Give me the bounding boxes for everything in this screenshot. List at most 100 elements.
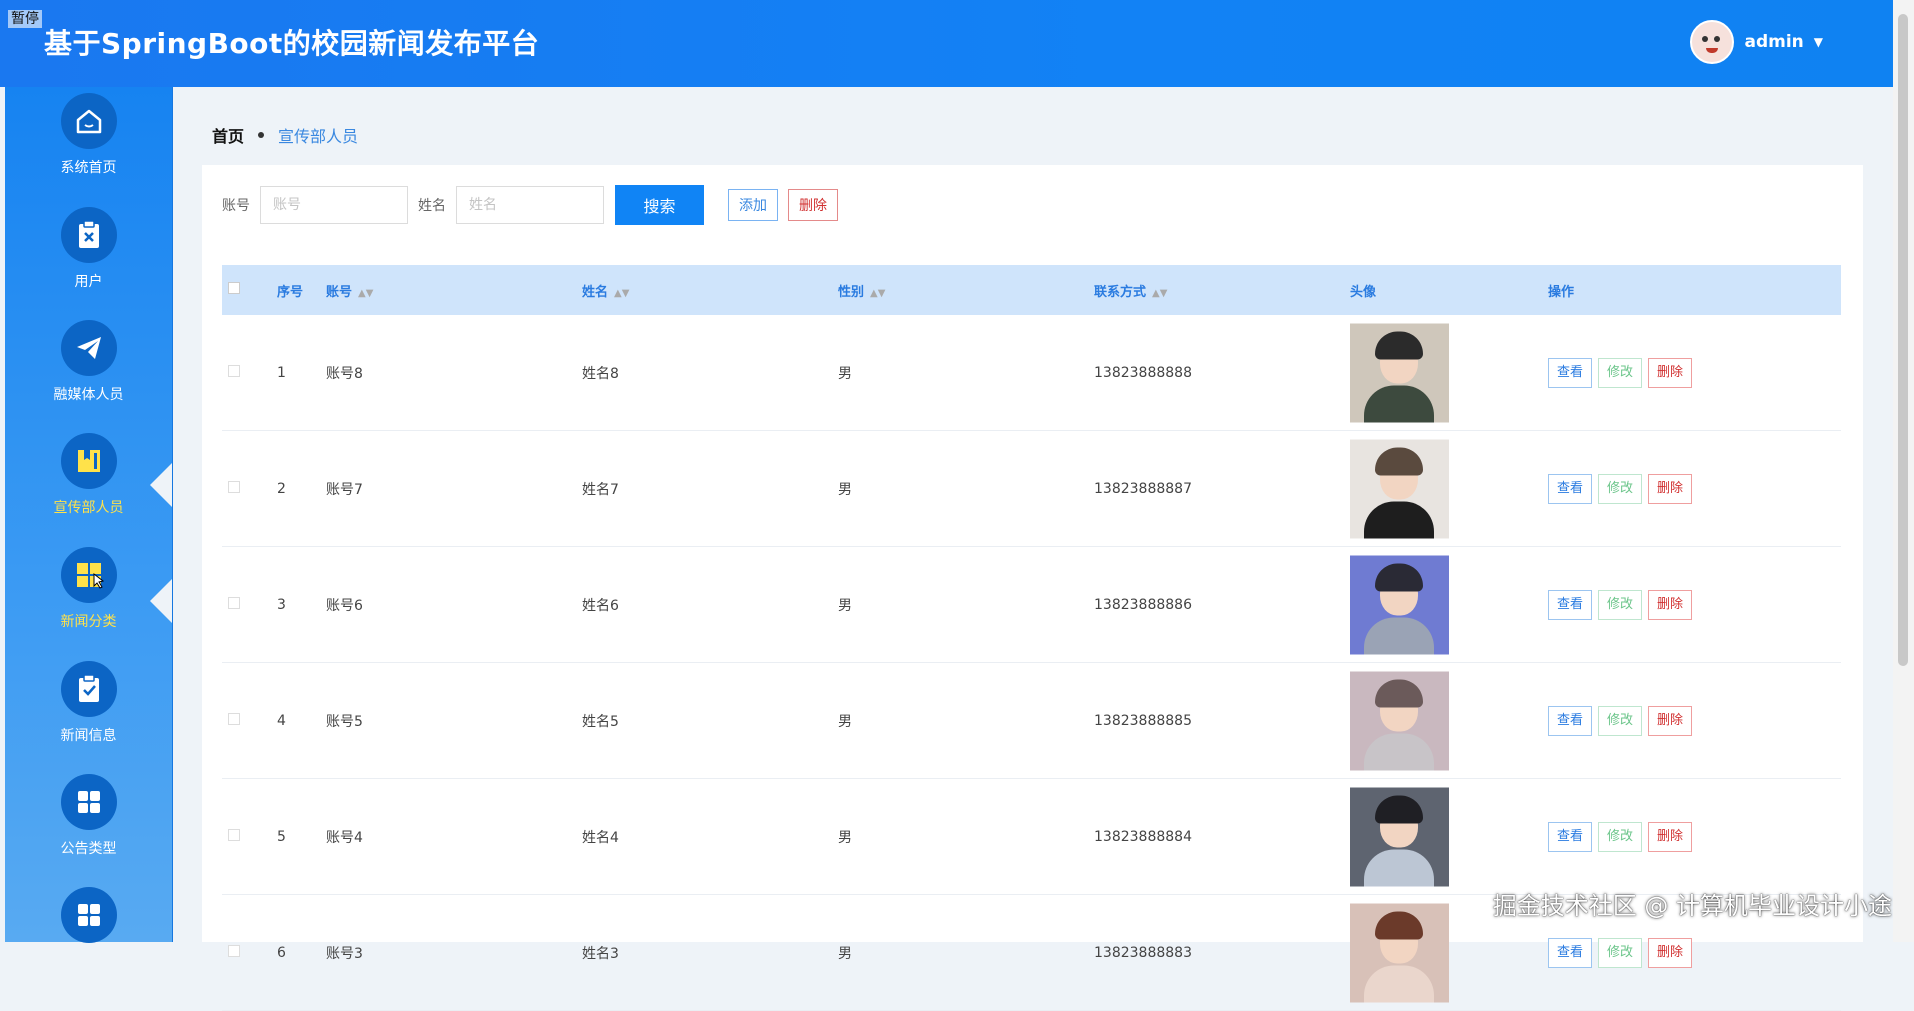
batch-delete-button[interactable]: 删除 bbox=[788, 189, 838, 221]
table-row: 3 账号6 姓名6 男 13823888886 查看 修改 删除 bbox=[222, 547, 1841, 663]
view-button[interactable]: 查看 bbox=[1548, 937, 1593, 968]
cell-contact: 13823888886 bbox=[1094, 596, 1192, 613]
delete-button[interactable]: 删除 bbox=[1648, 937, 1693, 968]
row-checkbox[interactable] bbox=[228, 596, 240, 613]
cell-name: 姓名6 bbox=[582, 597, 619, 614]
avatar-photo bbox=[1350, 787, 1449, 886]
breadcrumb-home[interactable]: 首页 bbox=[212, 123, 244, 147]
table-header: 序号 账号 ▲▼ 姓名 ▲▼ 性别 ▲▼ 联系方式 ▲▼ 头像 操作 bbox=[222, 265, 1841, 315]
cell-avatar bbox=[1350, 555, 1449, 654]
table-row: 4 账号5 姓名5 男 13823888885 查看 修改 删除 bbox=[222, 663, 1841, 779]
account-search-input[interactable] bbox=[260, 186, 408, 224]
add-button[interactable]: 添加 bbox=[728, 189, 778, 221]
sidebar-item-propaganda-staff[interactable]: 宣传部人员 bbox=[5, 433, 172, 543]
sidebar-item-label: 系统首页 bbox=[60, 160, 117, 176]
sidebar-item-label: 公告类型 bbox=[60, 841, 117, 857]
header-avatar: 头像 bbox=[1350, 284, 1377, 300]
sort-icon[interactable]: ▲▼ bbox=[1152, 288, 1167, 299]
row-checkbox[interactable] bbox=[228, 480, 240, 497]
scroll-thumb[interactable] bbox=[1898, 14, 1908, 666]
cell-name: 姓名3 bbox=[582, 945, 619, 962]
chevron-down-icon[interactable]: ▼ bbox=[1814, 35, 1823, 49]
sidebar-item-label: 新闻分类 bbox=[60, 614, 117, 630]
cell-gender: 男 bbox=[838, 945, 852, 962]
row-checkbox[interactable] bbox=[228, 712, 240, 729]
delete-button[interactable]: 删除 bbox=[1648, 821, 1693, 852]
sort-icon[interactable]: ▲▼ bbox=[614, 288, 629, 299]
edit-button[interactable]: 修改 bbox=[1598, 357, 1643, 388]
avatar-photo bbox=[1350, 671, 1449, 770]
cell-index: 1 bbox=[277, 364, 286, 381]
edit-button[interactable]: 修改 bbox=[1598, 589, 1643, 620]
top-bar: 暂停 基于SpringBoot的校园新闻发布平台 admin ▼ bbox=[0, 0, 1893, 87]
header-account-label: 账号 bbox=[326, 284, 353, 300]
name-search-input[interactable] bbox=[456, 186, 604, 224]
user-name[interactable]: admin bbox=[1744, 32, 1803, 52]
cell-gender: 男 bbox=[838, 597, 852, 614]
cell-index: 6 bbox=[277, 944, 286, 961]
grid-icon bbox=[60, 547, 117, 603]
sidebar-item-news-category[interactable]: 新闻分类 bbox=[5, 547, 172, 657]
scrollbar[interactable] bbox=[1893, 0, 1914, 942]
row-checkbox[interactable] bbox=[228, 944, 240, 961]
view-button[interactable]: 查看 bbox=[1548, 473, 1593, 504]
sidebar-item-more[interactable] bbox=[5, 887, 172, 997]
header-contact-label: 联系方式 bbox=[1094, 284, 1147, 300]
hover-indicator bbox=[150, 579, 172, 623]
sidebar-item-label: 新闻信息 bbox=[60, 728, 117, 744]
delete-button[interactable]: 删除 bbox=[1648, 589, 1693, 620]
search-button[interactable]: 搜索 bbox=[615, 185, 704, 225]
sidebar-item-news-info[interactable]: 新闻信息 bbox=[5, 661, 172, 771]
row-checkbox[interactable] bbox=[228, 828, 240, 845]
sidebar-item-home[interactable]: 系统首页 bbox=[5, 93, 172, 203]
sidebar-item-users[interactable]: 用户 bbox=[5, 207, 172, 317]
header-name-label: 姓名 bbox=[582, 284, 609, 300]
view-button[interactable]: 查看 bbox=[1548, 589, 1593, 620]
edit-button[interactable]: 修改 bbox=[1598, 937, 1643, 968]
cell-index: 4 bbox=[277, 712, 286, 729]
avatar-photo bbox=[1350, 439, 1449, 538]
cell-gender: 男 bbox=[838, 829, 852, 846]
cell-avatar bbox=[1350, 787, 1449, 886]
header-contact[interactable]: 联系方式 ▲▼ bbox=[1094, 281, 1167, 300]
sort-icon[interactable]: ▲▼ bbox=[870, 288, 885, 299]
cell-actions: 查看 修改 删除 bbox=[1548, 821, 1698, 852]
sidebar: 系统首页 用户 融媒体人员 宣传部人员 新闻分类 新闻信息 公告类型 bbox=[5, 87, 173, 943]
cell-name: 姓名8 bbox=[582, 365, 619, 382]
edit-button[interactable]: 修改 bbox=[1598, 821, 1643, 852]
avatar[interactable] bbox=[1690, 20, 1735, 64]
active-indicator bbox=[150, 463, 172, 507]
avatar-photo bbox=[1350, 903, 1449, 1002]
breadcrumb-current: 宣传部人员 bbox=[278, 127, 359, 146]
user-menu[interactable]: admin ▼ bbox=[1690, 20, 1823, 64]
view-button[interactable]: 查看 bbox=[1548, 821, 1593, 852]
header-gender[interactable]: 性别 ▲▼ bbox=[838, 281, 885, 300]
delete-button[interactable]: 删除 bbox=[1648, 705, 1693, 736]
sidebar-item-media-staff[interactable]: 融媒体人员 bbox=[5, 320, 172, 430]
header-account[interactable]: 账号 ▲▼ bbox=[326, 281, 373, 300]
cell-actions: 查看 修改 删除 bbox=[1548, 357, 1698, 388]
cell-index: 2 bbox=[277, 480, 286, 497]
delete-button[interactable]: 删除 bbox=[1648, 357, 1693, 388]
delete-button[interactable]: 删除 bbox=[1648, 473, 1693, 504]
sort-icon[interactable]: ▲▼ bbox=[358, 288, 373, 299]
cell-contact: 13823888887 bbox=[1094, 480, 1192, 497]
view-button[interactable]: 查看 bbox=[1548, 705, 1593, 736]
edit-button[interactable]: 修改 bbox=[1598, 473, 1643, 504]
edit-button[interactable]: 修改 bbox=[1598, 705, 1643, 736]
avatar-photo bbox=[1350, 323, 1449, 422]
row-checkbox[interactable] bbox=[228, 364, 240, 381]
sidebar-item-notice-type[interactable]: 公告类型 bbox=[5, 774, 172, 884]
view-button[interactable]: 查看 bbox=[1548, 357, 1593, 388]
select-all-checkbox[interactable] bbox=[228, 282, 240, 298]
cell-gender: 男 bbox=[838, 713, 852, 730]
main-content: 首页 宣传部人员 账号 姓名 搜索 添加 删除 序号 账号 ▲▼ 姓名 ▲▼ 性别 ▲… bbox=[172, 87, 1893, 1011]
cell-actions: 查看 修改 删除 bbox=[1548, 473, 1698, 504]
header-gender-label: 性别 bbox=[838, 284, 865, 300]
cell-account: 账号4 bbox=[326, 829, 363, 846]
cell-avatar bbox=[1350, 671, 1449, 770]
cell-name: 姓名7 bbox=[582, 481, 619, 498]
home-icon bbox=[60, 93, 117, 149]
header-name[interactable]: 姓名 ▲▼ bbox=[582, 281, 629, 300]
cell-name: 姓名5 bbox=[582, 713, 619, 730]
